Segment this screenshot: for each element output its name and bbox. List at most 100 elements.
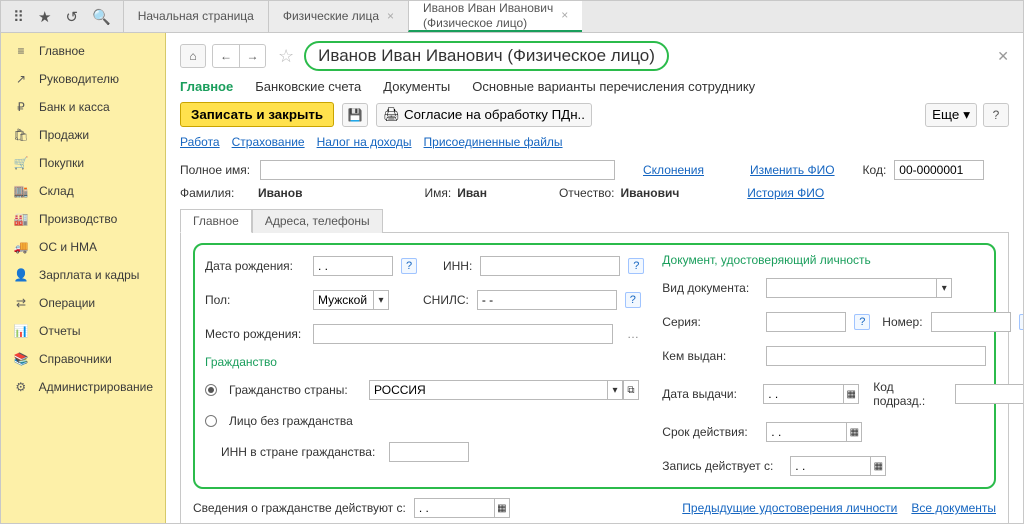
quick-link[interactable]: Налог на доходы [317, 135, 412, 149]
inn-help-icon[interactable]: ? [628, 258, 644, 274]
section-tab[interactable]: Главное [180, 79, 233, 94]
sidebar-item[interactable]: 🏭Производство [1, 205, 165, 233]
chevron-down-icon[interactable]: ▾ [936, 278, 952, 298]
inner-tabs: ГлавноеАдреса, телефоны [180, 209, 1009, 233]
favorite-toggle[interactable]: ☆ [278, 46, 294, 67]
forward-button[interactable]: → [239, 45, 265, 67]
number-help-icon[interactable]: ? [1019, 314, 1023, 330]
tab-close-icon[interactable]: × [387, 9, 394, 24]
sidebar-item[interactable]: 🚚ОС и НМА [1, 233, 165, 261]
doc-type-label: Вид документа: [662, 281, 758, 295]
record-from-input[interactable]: ▦ [790, 456, 886, 476]
cit-from-input[interactable]: ▦ [414, 498, 510, 518]
citizenship-section-title: Гражданство [205, 355, 644, 369]
nav-back-forward: ← → [212, 44, 266, 68]
sidebar-item[interactable]: ⇄Операции [1, 289, 165, 317]
sidebar-item[interactable]: 📚Справочники [1, 345, 165, 373]
sidebar-item[interactable]: 👤Зарплата и кадры [1, 261, 165, 289]
star-icon[interactable]: ★ [38, 8, 51, 26]
apps-icon[interactable]: ⠿ [13, 8, 24, 26]
sidebar-item[interactable]: ≡Главное [1, 37, 165, 65]
declensions-link[interactable]: Склонения [643, 163, 704, 177]
sidebar-item[interactable]: ↗Руководителю [1, 65, 165, 93]
section-tab[interactable]: Документы [383, 79, 450, 94]
sidebar-item[interactable]: 📊Отчеты [1, 317, 165, 345]
foreign-inn-label: ИНН в стране гражданства: [221, 445, 381, 459]
history-fio-link[interactable]: История ФИО [747, 186, 824, 200]
sidebar-item-icon: ≡ [13, 43, 29, 59]
issuer-input[interactable] [766, 346, 986, 366]
sidebar-item-label: ОС и НМА [39, 240, 97, 254]
inner-tab[interactable]: Главное [180, 209, 252, 233]
quick-link[interactable]: Работа [180, 135, 220, 149]
toolbar-icons: ⠿ ★ ↺ 🔍 [1, 1, 123, 32]
open-ref-icon[interactable]: ⧉ [623, 380, 639, 400]
tab-close-icon[interactable]: × [561, 8, 568, 23]
search-icon[interactable]: 🔍 [92, 8, 111, 26]
print-icon: 🖨 [383, 107, 400, 123]
name-value: Иван [457, 186, 487, 200]
inn-input[interactable] [480, 256, 620, 276]
foreign-inn-input[interactable] [389, 442, 469, 462]
calendar-icon[interactable]: ▦ [494, 498, 510, 518]
number-input[interactable] [931, 312, 1011, 332]
help-button[interactable]: ? [983, 103, 1009, 127]
page-title: Иванов Иван Иванович (Физическое лицо) [304, 41, 669, 71]
quick-link[interactable]: Присоединенные файлы [424, 135, 563, 149]
change-fio-link[interactable]: Изменить ФИО [750, 163, 835, 177]
back-button[interactable]: ← [213, 45, 239, 67]
sidebar-item[interactable]: 🛒Покупки [1, 149, 165, 177]
calendar-icon[interactable]: ▦ [870, 456, 886, 476]
nav-row: ⌂ ← → ☆ Иванов Иван Иванович (Физическое… [180, 41, 1009, 71]
sidebar-item[interactable]: ⚙Администрирование [1, 373, 165, 401]
country-select[interactable]: ▾⧉ [369, 380, 639, 400]
inner-tab[interactable]: Адреса, телефоны [252, 209, 383, 233]
doc-type-select[interactable]: ▾ [766, 278, 952, 298]
issue-date-input[interactable]: ▦ [763, 384, 859, 404]
chevron-down-icon[interactable]: ▾ [607, 380, 623, 400]
section-tab[interactable]: Основные варианты перечисления сотрудник… [472, 79, 755, 94]
code-input[interactable] [894, 160, 984, 180]
ellipsis-icon[interactable]: … [627, 327, 639, 341]
snils-help-icon[interactable]: ? [625, 292, 641, 308]
window-tab[interactable]: Иванов Иван Иванович(Физическое лицо)× [408, 1, 582, 32]
consent-button[interactable]: 🖨 Согласие на обработку ПДн.. [376, 103, 592, 127]
citizenship-country-label: Гражданство страны: [229, 383, 361, 397]
sidebar-item-icon: ↗ [13, 71, 29, 87]
detail-panel: Дата рождения: ? ИНН: ? Пол: ▾ [180, 232, 1009, 523]
close-icon[interactable]: ✕ [997, 48, 1009, 65]
sidebar-item[interactable]: 🛍Продажи [1, 121, 165, 149]
snils-label: СНИЛС: [423, 293, 469, 307]
window-tab[interactable]: Начальная страница [123, 1, 268, 32]
dob-input[interactable] [313, 256, 393, 276]
all-docs-link[interactable]: Все документы [911, 501, 996, 515]
no-citizenship-radio[interactable] [205, 415, 217, 427]
dept-code-input[interactable] [955, 384, 1023, 404]
valid-input[interactable]: ▦ [766, 422, 862, 442]
save-button[interactable]: 💾 [342, 103, 368, 127]
more-button[interactable]: Еще ▾ [925, 103, 977, 127]
sidebar-item[interactable]: ₽Банк и касса [1, 93, 165, 121]
gender-select[interactable]: ▾ [313, 290, 389, 310]
quick-link[interactable]: Страхование [232, 135, 305, 149]
cit-from-label: Сведения о гражданстве действуют с: [193, 501, 406, 515]
full-name-input[interactable] [260, 160, 615, 180]
prev-docs-link[interactable]: Предыдущие удостоверения личности [682, 501, 897, 515]
series-help-icon[interactable]: ? [854, 314, 870, 330]
sidebar-item-icon: ₽ [13, 99, 29, 115]
chevron-down-icon[interactable]: ▾ [373, 290, 389, 310]
dob-help-icon[interactable]: ? [401, 258, 417, 274]
window-tab[interactable]: Физические лица× [268, 1, 408, 32]
home-button[interactable]: ⌂ [180, 44, 206, 68]
section-tab[interactable]: Банковские счета [255, 79, 361, 94]
snils-input[interactable] [477, 290, 617, 310]
citizenship-country-radio[interactable] [205, 384, 217, 396]
calendar-icon[interactable]: ▦ [846, 422, 862, 442]
birthplace-input[interactable] [313, 324, 613, 344]
series-input[interactable] [766, 312, 846, 332]
history-icon[interactable]: ↺ [65, 8, 78, 26]
sidebar-item[interactable]: 🏬Склад [1, 177, 165, 205]
calendar-icon[interactable]: ▦ [843, 384, 859, 404]
save-close-button[interactable]: Записать и закрыть [180, 102, 334, 127]
sidebar-item-label: Продажи [39, 128, 89, 142]
